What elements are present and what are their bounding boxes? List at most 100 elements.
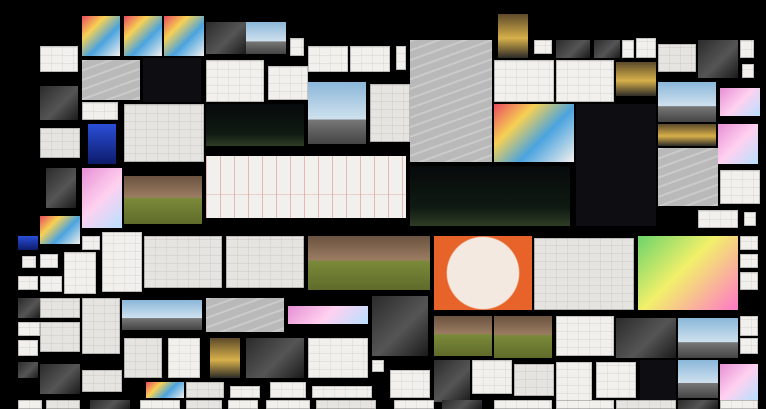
thumbnail-tile[interactable] [124, 16, 162, 56]
thumbnail-tile[interactable] [82, 102, 118, 120]
thumbnail-tile[interactable] [102, 232, 142, 292]
thumbnail-tile[interactable] [308, 236, 430, 290]
thumbnail-tile[interactable] [88, 124, 116, 164]
thumbnail-tile[interactable] [396, 46, 406, 70]
thumbnail-tile[interactable] [312, 386, 372, 398]
thumbnail-tile[interactable] [740, 338, 758, 354]
thumbnail-tile[interactable] [442, 400, 482, 409]
thumbnail-tile[interactable] [40, 364, 80, 394]
thumbnail-tile[interactable] [720, 88, 760, 116]
thumbnail-tile[interactable] [720, 170, 760, 204]
thumbnail-tile[interactable] [640, 360, 676, 400]
thumbnail-tile[interactable] [494, 104, 574, 162]
thumbnail-tile[interactable] [230, 386, 260, 398]
thumbnail-tile[interactable] [494, 60, 554, 102]
thumbnail-tile[interactable] [40, 216, 80, 244]
thumbnail-tile[interactable] [18, 400, 42, 409]
thumbnail-tile[interactable] [18, 236, 38, 250]
thumbnail-tile[interactable] [186, 400, 222, 409]
thumbnail-tile[interactable] [698, 210, 738, 228]
thumbnail-tile[interactable] [350, 46, 390, 72]
thumbnail-tile[interactable] [46, 400, 80, 409]
thumbnail-tile[interactable] [390, 370, 430, 398]
thumbnail-tile[interactable] [206, 156, 406, 218]
thumbnail-tile[interactable] [556, 400, 614, 409]
thumbnail-tile[interactable] [168, 338, 200, 378]
thumbnail-tile[interactable] [40, 86, 78, 120]
thumbnail-tile[interactable] [40, 128, 80, 158]
thumbnail-tile[interactable] [622, 40, 634, 58]
thumbnail-tile[interactable] [164, 16, 204, 56]
thumbnail-tile[interactable] [372, 360, 384, 372]
thumbnail-tile[interactable] [82, 60, 140, 100]
thumbnail-tile[interactable] [64, 252, 96, 294]
thumbnail-tile[interactable] [40, 298, 80, 318]
thumbnail-tile[interactable] [270, 382, 306, 398]
thumbnail-tile[interactable] [206, 298, 284, 332]
thumbnail-tile[interactable] [534, 40, 552, 54]
thumbnail-tile[interactable] [678, 318, 738, 358]
thumbnail-tile[interactable] [498, 14, 528, 58]
thumbnail-tile[interactable] [494, 316, 552, 358]
thumbnail-tile[interactable] [740, 254, 758, 268]
thumbnail-tile[interactable] [472, 360, 512, 394]
thumbnail-tile[interactable] [22, 256, 36, 268]
thumbnail-tile[interactable] [268, 66, 308, 100]
thumbnail-tile[interactable] [246, 338, 304, 378]
thumbnail-tile[interactable] [556, 316, 614, 356]
thumbnail-tile[interactable] [658, 44, 696, 72]
thumbnail-tile[interactable] [206, 104, 304, 146]
thumbnail-tile[interactable] [636, 38, 656, 58]
thumbnail-tile[interactable] [40, 254, 58, 268]
thumbnail-tile[interactable] [82, 168, 122, 228]
thumbnail-tile[interactable] [288, 306, 368, 324]
thumbnail-tile[interactable] [140, 400, 180, 409]
thumbnail-tile[interactable] [372, 296, 428, 356]
thumbnail-tile[interactable] [740, 40, 754, 58]
thumbnail-tile[interactable] [210, 338, 240, 378]
thumbnail-tile[interactable] [82, 16, 120, 56]
thumbnail-tile[interactable] [658, 148, 718, 206]
thumbnail-tile[interactable] [246, 22, 286, 54]
thumbnail-tile[interactable] [40, 322, 80, 352]
thumbnail-tile[interactable] [556, 60, 614, 102]
thumbnail-tile[interactable] [678, 360, 718, 398]
thumbnail-tile[interactable] [410, 40, 492, 162]
thumbnail-tile[interactable] [494, 400, 552, 409]
thumbnail-tile[interactable] [228, 400, 258, 409]
thumbnail-tile[interactable] [144, 236, 222, 288]
thumbnail-tile[interactable] [206, 22, 246, 54]
thumbnail-tile[interactable] [594, 40, 620, 58]
thumbnail-tile[interactable] [718, 124, 758, 164]
thumbnail-tile[interactable] [290, 38, 304, 56]
thumbnail-tile[interactable] [434, 360, 470, 402]
thumbnail-tile[interactable] [40, 276, 62, 292]
thumbnail-tile[interactable] [534, 238, 634, 310]
thumbnail-tile[interactable] [638, 236, 738, 310]
thumbnail-tile[interactable] [740, 272, 758, 290]
thumbnail-tile[interactable] [226, 236, 304, 288]
thumbnail-tile[interactable] [744, 212, 756, 226]
thumbnail-tile[interactable] [740, 316, 758, 336]
thumbnail-tile[interactable] [18, 340, 38, 356]
thumbnail-tile[interactable] [18, 276, 38, 290]
thumbnail-tile[interactable] [720, 400, 758, 409]
thumbnail-tile[interactable] [82, 236, 100, 250]
thumbnail-tile[interactable] [82, 370, 122, 392]
thumbnail-tile[interactable] [186, 382, 224, 398]
thumbnail-tile[interactable] [556, 40, 590, 58]
thumbnail-tile[interactable] [124, 104, 204, 162]
thumbnail-tile[interactable] [740, 236, 758, 250]
thumbnail-tile[interactable] [576, 104, 656, 226]
thumbnail-tile[interactable] [308, 46, 348, 72]
thumbnail-tile[interactable] [394, 400, 434, 409]
thumbnail-tile[interactable] [678, 400, 718, 409]
thumbnail-tile[interactable] [316, 400, 376, 409]
thumbnail-tile[interactable] [143, 58, 201, 102]
thumbnail-tile[interactable] [658, 124, 716, 146]
thumbnail-tile[interactable] [124, 176, 202, 224]
thumbnail-tile[interactable] [434, 316, 492, 356]
thumbnail-tile[interactable] [46, 168, 76, 208]
thumbnail-tile[interactable] [410, 166, 570, 226]
thumbnail-tile[interactable] [146, 382, 184, 398]
